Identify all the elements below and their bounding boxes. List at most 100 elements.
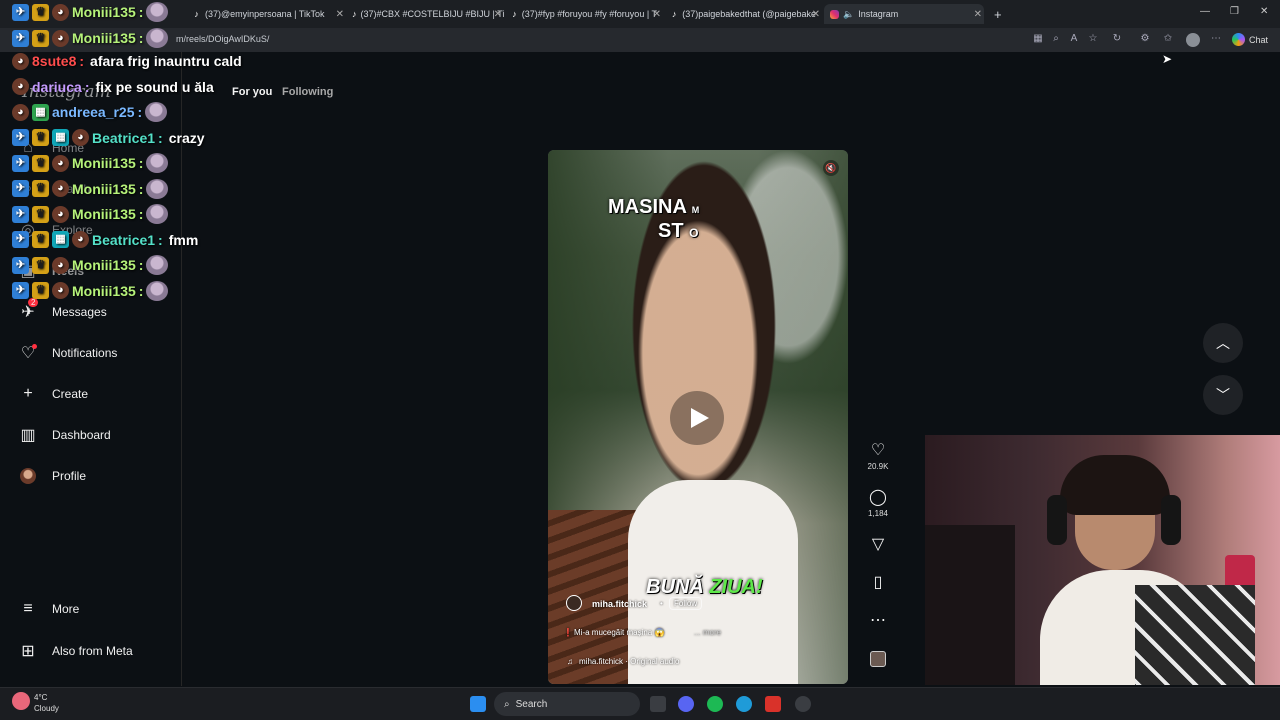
chat-username: Moniii135 — [72, 4, 136, 20]
webcam-headphones — [1047, 495, 1067, 545]
emote-icon — [146, 28, 169, 48]
play-icon[interactable] — [670, 391, 724, 445]
weather-temp[interactable]: 4°C — [34, 693, 47, 702]
like-button[interactable]: ♡ 20.9K — [866, 442, 890, 471]
edge-icon[interactable] — [736, 696, 752, 712]
close-window-icon[interactable]: ✕ — [1260, 6, 1268, 17]
close-tab-icon[interactable]: ✕ — [812, 9, 820, 20]
next-reel-button[interactable]: ﹀ — [1203, 375, 1243, 415]
music-note-icon: ♫ — [567, 657, 573, 666]
close-tab-icon[interactable]: ✕ — [494, 9, 502, 20]
refresh-icon[interactable]: ↻ — [1111, 33, 1123, 45]
app-icon[interactable] — [765, 696, 781, 712]
tab-following[interactable]: Following — [282, 86, 333, 98]
close-tab-icon[interactable]: ✕ — [653, 9, 661, 20]
restore-icon[interactable]: ❐ — [1230, 6, 1239, 17]
notification-dot — [32, 344, 37, 349]
webcam-hair — [1060, 455, 1170, 515]
close-tab-icon[interactable]: ✕ — [974, 9, 982, 20]
dashboard-icon: ▥ — [20, 427, 36, 444]
chat-message: ✈ ♛ ◕ Moniii135: — [12, 280, 169, 302]
new-tab-button[interactable]: + — [988, 4, 1006, 24]
reel-overlay-text: MASINA M — [608, 196, 700, 218]
crown-icon: ♛ — [32, 205, 49, 223]
webcam-shirt — [1135, 585, 1255, 685]
chat-colon: : — [137, 104, 143, 120]
crown-icon: ♛ — [32, 180, 49, 197]
copilot-chat-button[interactable]: Chat — [1232, 33, 1268, 46]
read-aloud-icon[interactable]: A — [1068, 33, 1080, 45]
badge-icon: ◕ — [72, 231, 89, 248]
more-options-button[interactable]: ⋯ — [866, 612, 890, 630]
browser-tab[interactable]: ♪ (37)paigebakedthat (@paigebake ✕ — [664, 4, 822, 24]
badge-icon: ✈ — [12, 180, 29, 197]
save-button[interactable]: ▯ — [866, 574, 890, 592]
reel-audio[interactable]: miha.fitchick · Original audio — [579, 657, 679, 666]
browser-tab[interactable]: ♪ (37)@emyinpersoana | TikTok ✕ — [186, 4, 346, 24]
chat-colon: : — [158, 129, 163, 146]
nav-more[interactable]: ≡ More — [18, 598, 79, 620]
chat-username: Moniii135 — [72, 282, 136, 299]
close-tab-icon[interactable]: ✕ — [336, 9, 344, 20]
more-options-icon[interactable]: ⋯ — [1210, 33, 1222, 45]
tiktok-icon: ♪ — [671, 8, 677, 19]
badge-icon: ◕ — [52, 180, 69, 197]
emote-icon — [146, 204, 169, 224]
chat-username: Moniii135 — [72, 30, 136, 46]
previous-reel-button[interactable]: ︿ — [1203, 323, 1243, 363]
task-view-icon[interactable] — [650, 696, 666, 712]
browser-tab[interactable]: ♪ (37)#CBX #COSTELBIJU #BIJU | Tik ✕ — [346, 4, 504, 24]
grid-icon[interactable]: ▦ — [1032, 33, 1044, 45]
chat-message: ✈ ♛ ▦ ◕ Beatrice1: fmm — [12, 229, 198, 251]
taskbar-search[interactable]: ⌕ Search — [494, 692, 640, 716]
chat-username: Moniii135 — [72, 257, 136, 273]
nav-also-from-meta[interactable]: ⊞ Also from Meta — [18, 640, 132, 662]
badge-icon: ◕ — [52, 282, 69, 299]
browser-tab[interactable]: ♪ (37)#fyp #foruyou #fy #foruyou | T ✕ — [505, 4, 663, 24]
extensions-icon[interactable]: ⚙ — [1139, 33, 1151, 45]
zoom-icon[interactable]: ⌕ — [1050, 33, 1062, 45]
nav-create[interactable]: + Create — [18, 383, 88, 405]
chat-colon: : — [138, 155, 144, 171]
follow-button[interactable]: Follow — [669, 597, 703, 610]
badge-icon: ✈ — [12, 29, 29, 47]
chat-text: fix pe sound u ăla — [95, 78, 214, 95]
author-avatar[interactable] — [566, 595, 582, 611]
nav-notifications[interactable]: ♡ Notifications — [18, 342, 117, 364]
reel-author[interactable]: miha.fitchick — [592, 599, 647, 609]
tab-for-you[interactable]: For you — [232, 86, 272, 98]
minimize-icon[interactable]: — — [1200, 6, 1210, 17]
favorite-star-icon[interactable]: ☆ — [1087, 33, 1099, 45]
url-field[interactable]: m/reels/DOigAwIDKuS/ — [176, 34, 269, 44]
chat-username: Moniii135 — [72, 206, 136, 222]
steam-icon[interactable] — [795, 696, 811, 712]
weather-icon[interactable] — [12, 692, 30, 710]
emote-icon — [145, 102, 168, 122]
badge-icon: ◕ — [52, 154, 69, 172]
windows-start-icon[interactable] — [470, 696, 486, 712]
share-button[interactable]: ▽ — [866, 536, 890, 554]
profile-avatar-icon[interactable] — [1186, 33, 1200, 47]
comment-icon: ◯ — [869, 489, 887, 506]
audio-thumbnail[interactable] — [866, 651, 890, 667]
caption-more-link[interactable]: ... more — [694, 628, 721, 637]
chevron-up-icon: ︿ — [1216, 335, 1230, 351]
emote-icon — [146, 153, 169, 173]
chat-username: dariuca — [32, 78, 82, 95]
webcam-headphones — [1161, 495, 1181, 545]
speaker-icon: 🔈 — [843, 8, 855, 19]
caption-marker-icon: ❗ — [563, 628, 573, 637]
badge-icon: ◕ — [12, 78, 29, 95]
nav-profile[interactable]: Profile — [18, 465, 86, 487]
nav-dashboard[interactable]: ▥ Dashboard — [18, 424, 110, 446]
nav-messages[interactable]: ✈ 2 Messages — [18, 298, 107, 323]
browser-tab-active[interactable]: 🔈 Instagram ✕ — [824, 4, 984, 24]
chat-colon: : — [79, 53, 85, 69]
discord-icon[interactable] — [678, 696, 694, 712]
comment-button[interactable]: ◯ 1,184 — [866, 489, 890, 518]
favorites-icon[interactable]: ✩ — [1162, 33, 1174, 45]
weather-desc[interactable]: Cloudy — [34, 704, 59, 713]
spotify-icon[interactable] — [707, 696, 723, 712]
mute-icon[interactable]: 🔇 — [823, 160, 839, 176]
badge-icon: ✈ — [12, 129, 29, 146]
